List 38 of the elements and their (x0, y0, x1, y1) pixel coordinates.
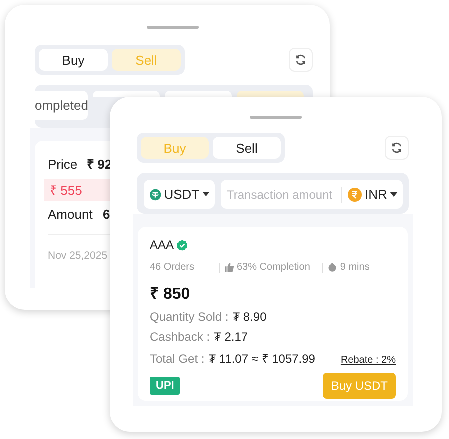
trade-tab[interactable]: Sell (213, 137, 281, 159)
detail-value: ₮ 11.07 ≈ ₹ 1057.99 (208, 351, 316, 367)
amount-field[interactable]: Transaction amount INR (221, 180, 403, 209)
detail-label: Cashback : (150, 330, 210, 344)
caret-icon (202, 192, 209, 197)
caret-icon (390, 192, 398, 197)
refresh-button[interactable] (385, 136, 409, 160)
status-tab[interactable] (237, 91, 304, 97)
orders-count: 46 Orders (150, 262, 196, 273)
detail-label: Quantity Sold : (150, 310, 229, 324)
rebate-link[interactable]: Rebate : 2% (340, 355, 396, 366)
currency-dropdown[interactable]: INR (348, 187, 398, 202)
refresh-icon (295, 54, 307, 66)
coin-dropdown[interactable]: USDT (144, 180, 215, 209)
drag-handle[interactable] (250, 116, 302, 119)
status-tab[interactable] (165, 91, 232, 97)
ad-price: ₹ 850 (150, 285, 192, 304)
rupee-coin-icon (348, 188, 362, 202)
drag-handle[interactable] (147, 26, 199, 29)
merchant-name[interactable]: AAA (150, 238, 174, 252)
amount-label: Amount (48, 207, 94, 222)
refresh-icon (391, 142, 403, 154)
amount-value: 6 (103, 207, 110, 222)
status-tab[interactable] (93, 91, 160, 97)
thumbs-up-icon (225, 263, 234, 272)
trade-tab[interactable]: Buy (39, 49, 108, 71)
refresh-button[interactable] (289, 48, 313, 72)
detail-value: ₮ 2.17 (214, 330, 248, 344)
completion-rate: 63% Completion (237, 262, 310, 273)
detail-label: Total Get : (150, 352, 205, 366)
payment-time: 9 mins (340, 262, 370, 273)
order-date: Nov 25,2025 (48, 250, 108, 262)
timer-icon (328, 263, 338, 272)
payment-method-tag: UPI (150, 377, 180, 395)
price-label: Price (48, 157, 79, 172)
detail-value: ₮ 8.90 (232, 310, 267, 324)
status-tab[interactable]: ompleted (35, 91, 88, 120)
tether-coin-icon (150, 188, 162, 202)
